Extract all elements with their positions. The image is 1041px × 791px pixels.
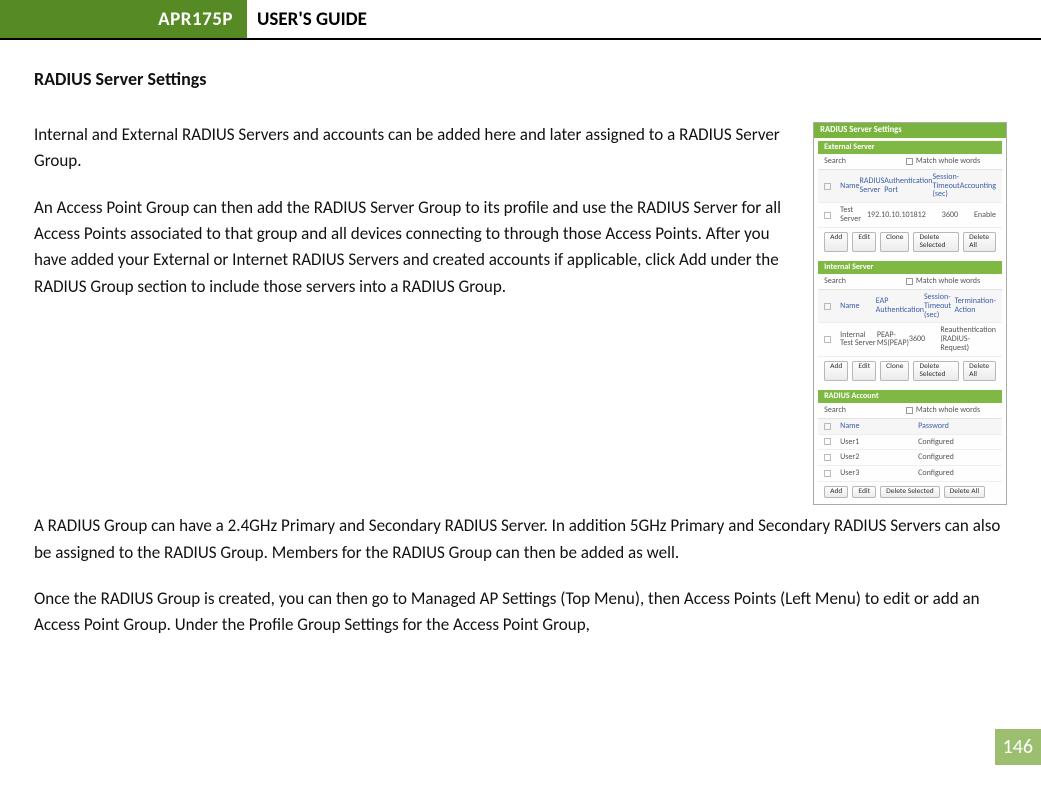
cell: Enable bbox=[974, 211, 996, 220]
body-text: RADIUS Server Settings Internal and Exte… bbox=[0, 66, 1041, 639]
product-code: APR175P bbox=[158, 8, 233, 31]
doc-title: USER'S GUIDE bbox=[247, 0, 367, 38]
clone-button[interactable]: Clone bbox=[880, 361, 909, 382]
cell: Configured bbox=[918, 438, 996, 447]
col-header: Name bbox=[840, 182, 859, 191]
match-label: Match whole words bbox=[916, 406, 980, 415]
delete-all-button[interactable]: Delete All bbox=[963, 361, 996, 382]
search-label: Search bbox=[824, 406, 846, 415]
delete-selected-button[interactable]: Delete Selected bbox=[913, 232, 959, 253]
checkbox-icon[interactable] bbox=[824, 212, 831, 219]
cell: User1 bbox=[840, 438, 918, 447]
internal-server-bar: Internal Server bbox=[818, 261, 1002, 274]
col-header: EAP Authentication bbox=[876, 297, 924, 315]
cell: 1812 bbox=[910, 211, 942, 220]
button-row: Add Edit Clone Delete Selected Delete Al… bbox=[818, 228, 1002, 259]
cell: User3 bbox=[840, 469, 918, 478]
screenshot-panel: RADIUS Server Settings External Server S… bbox=[813, 122, 1007, 505]
col-header: RADIUS Server bbox=[860, 177, 885, 195]
page-number: 146 bbox=[995, 729, 1041, 765]
col-header: Name bbox=[840, 302, 876, 311]
paragraph: Internal and External RADIUS Servers and… bbox=[34, 122, 785, 175]
delete-selected-button[interactable]: Delete Selected bbox=[913, 361, 959, 382]
col-header: Name bbox=[840, 422, 918, 431]
cell: Configured bbox=[918, 453, 996, 462]
checkbox-icon[interactable] bbox=[824, 470, 831, 477]
col-header: Accounting bbox=[960, 182, 996, 191]
match-label: Match whole words bbox=[916, 157, 980, 166]
match-whole-words[interactable]: Match whole words bbox=[906, 277, 980, 286]
table-row[interactable]: User3 Configured bbox=[818, 466, 1002, 482]
product-badge: APR175P bbox=[0, 0, 247, 38]
checkbox-icon[interactable] bbox=[824, 423, 831, 430]
checkbox-icon[interactable] bbox=[824, 303, 831, 310]
doc-header: APR175P USER'S GUIDE bbox=[0, 0, 1041, 40]
table-row[interactable]: User2 Configured bbox=[818, 450, 1002, 466]
external-server-bar: External Server bbox=[818, 141, 1002, 154]
col-header: Termination-Action bbox=[955, 297, 996, 315]
account-header-row: Name Password bbox=[818, 419, 1002, 435]
paragraph: A RADIUS Group can have a 2.4GHz Primary… bbox=[34, 513, 1007, 566]
paragraph: An Access Point Group can then add the R… bbox=[34, 195, 785, 300]
paragraph: Once the RADIUS Group is created, you ca… bbox=[34, 586, 1007, 639]
cell: 3600 bbox=[909, 335, 940, 344]
checkbox-icon bbox=[906, 407, 913, 414]
edit-button[interactable]: Edit bbox=[852, 486, 876, 498]
table-row[interactable]: Test Server 192.10.10.10 1812 3600 Enabl… bbox=[818, 203, 1002, 228]
cell: 3600 bbox=[942, 211, 974, 220]
cell: Configured bbox=[918, 469, 996, 478]
section-title: RADIUS Server Settings bbox=[34, 66, 1007, 94]
cell: 192.10.10.10 bbox=[867, 211, 910, 220]
search-label: Search bbox=[824, 157, 846, 166]
add-button[interactable]: Add bbox=[824, 232, 848, 253]
cell: PEAP-MS(PEAP) bbox=[877, 331, 909, 349]
match-whole-words[interactable]: Match whole words bbox=[906, 157, 980, 166]
table-row[interactable]: Internal Test Server PEAP-MS(PEAP) 3600 … bbox=[818, 323, 1002, 356]
checkbox-icon[interactable] bbox=[824, 454, 831, 461]
delete-selected-button[interactable]: Delete Selected bbox=[880, 486, 940, 498]
match-whole-words[interactable]: Match whole words bbox=[906, 406, 980, 415]
add-button[interactable]: Add bbox=[824, 486, 848, 498]
checkbox-icon bbox=[906, 158, 913, 165]
delete-all-button[interactable]: Delete All bbox=[963, 232, 996, 253]
checkbox-icon[interactable] bbox=[824, 438, 831, 445]
internal-header-row: Name EAP Authentication Session-Timeout … bbox=[818, 290, 1002, 323]
radius-account-bar: RADIUS Account bbox=[818, 390, 1002, 403]
search-label: Search bbox=[824, 277, 846, 286]
table-row[interactable]: User1 Configured bbox=[818, 435, 1002, 451]
search-row: Search Match whole words bbox=[818, 274, 1002, 290]
external-header-row: Name RADIUS Server Authentication Port S… bbox=[818, 170, 1002, 203]
cell: Internal Test Server bbox=[840, 331, 877, 349]
cell: Test Server bbox=[840, 206, 867, 224]
edit-button[interactable]: Edit bbox=[852, 232, 876, 253]
edit-button[interactable]: Edit bbox=[852, 361, 876, 382]
button-row: Add Edit Delete Selected Delete All bbox=[818, 482, 1002, 504]
col-header: Password bbox=[918, 422, 996, 431]
button-row: Add Edit Clone Delete Selected Delete Al… bbox=[818, 357, 1002, 388]
col-header: Session-Timeout (sec) bbox=[932, 173, 959, 199]
checkbox-icon[interactable] bbox=[824, 336, 831, 343]
col-header: Session-Timeout (sec) bbox=[924, 293, 955, 319]
clone-button[interactable]: Clone bbox=[880, 232, 909, 253]
col-header: Authentication Port bbox=[884, 177, 932, 195]
panel-title: RADIUS Server Settings bbox=[814, 123, 1006, 138]
match-label: Match whole words bbox=[916, 277, 980, 286]
delete-all-button[interactable]: Delete All bbox=[944, 486, 985, 498]
cell: User2 bbox=[840, 453, 918, 462]
checkbox-icon bbox=[906, 278, 913, 285]
checkbox-icon[interactable] bbox=[824, 183, 831, 190]
add-button[interactable]: Add bbox=[824, 361, 848, 382]
search-row: Search Match whole words bbox=[818, 403, 1002, 419]
search-row: Search Match whole words bbox=[818, 154, 1002, 170]
cell: Reauthentication (RADIUS-Request) bbox=[940, 326, 996, 352]
